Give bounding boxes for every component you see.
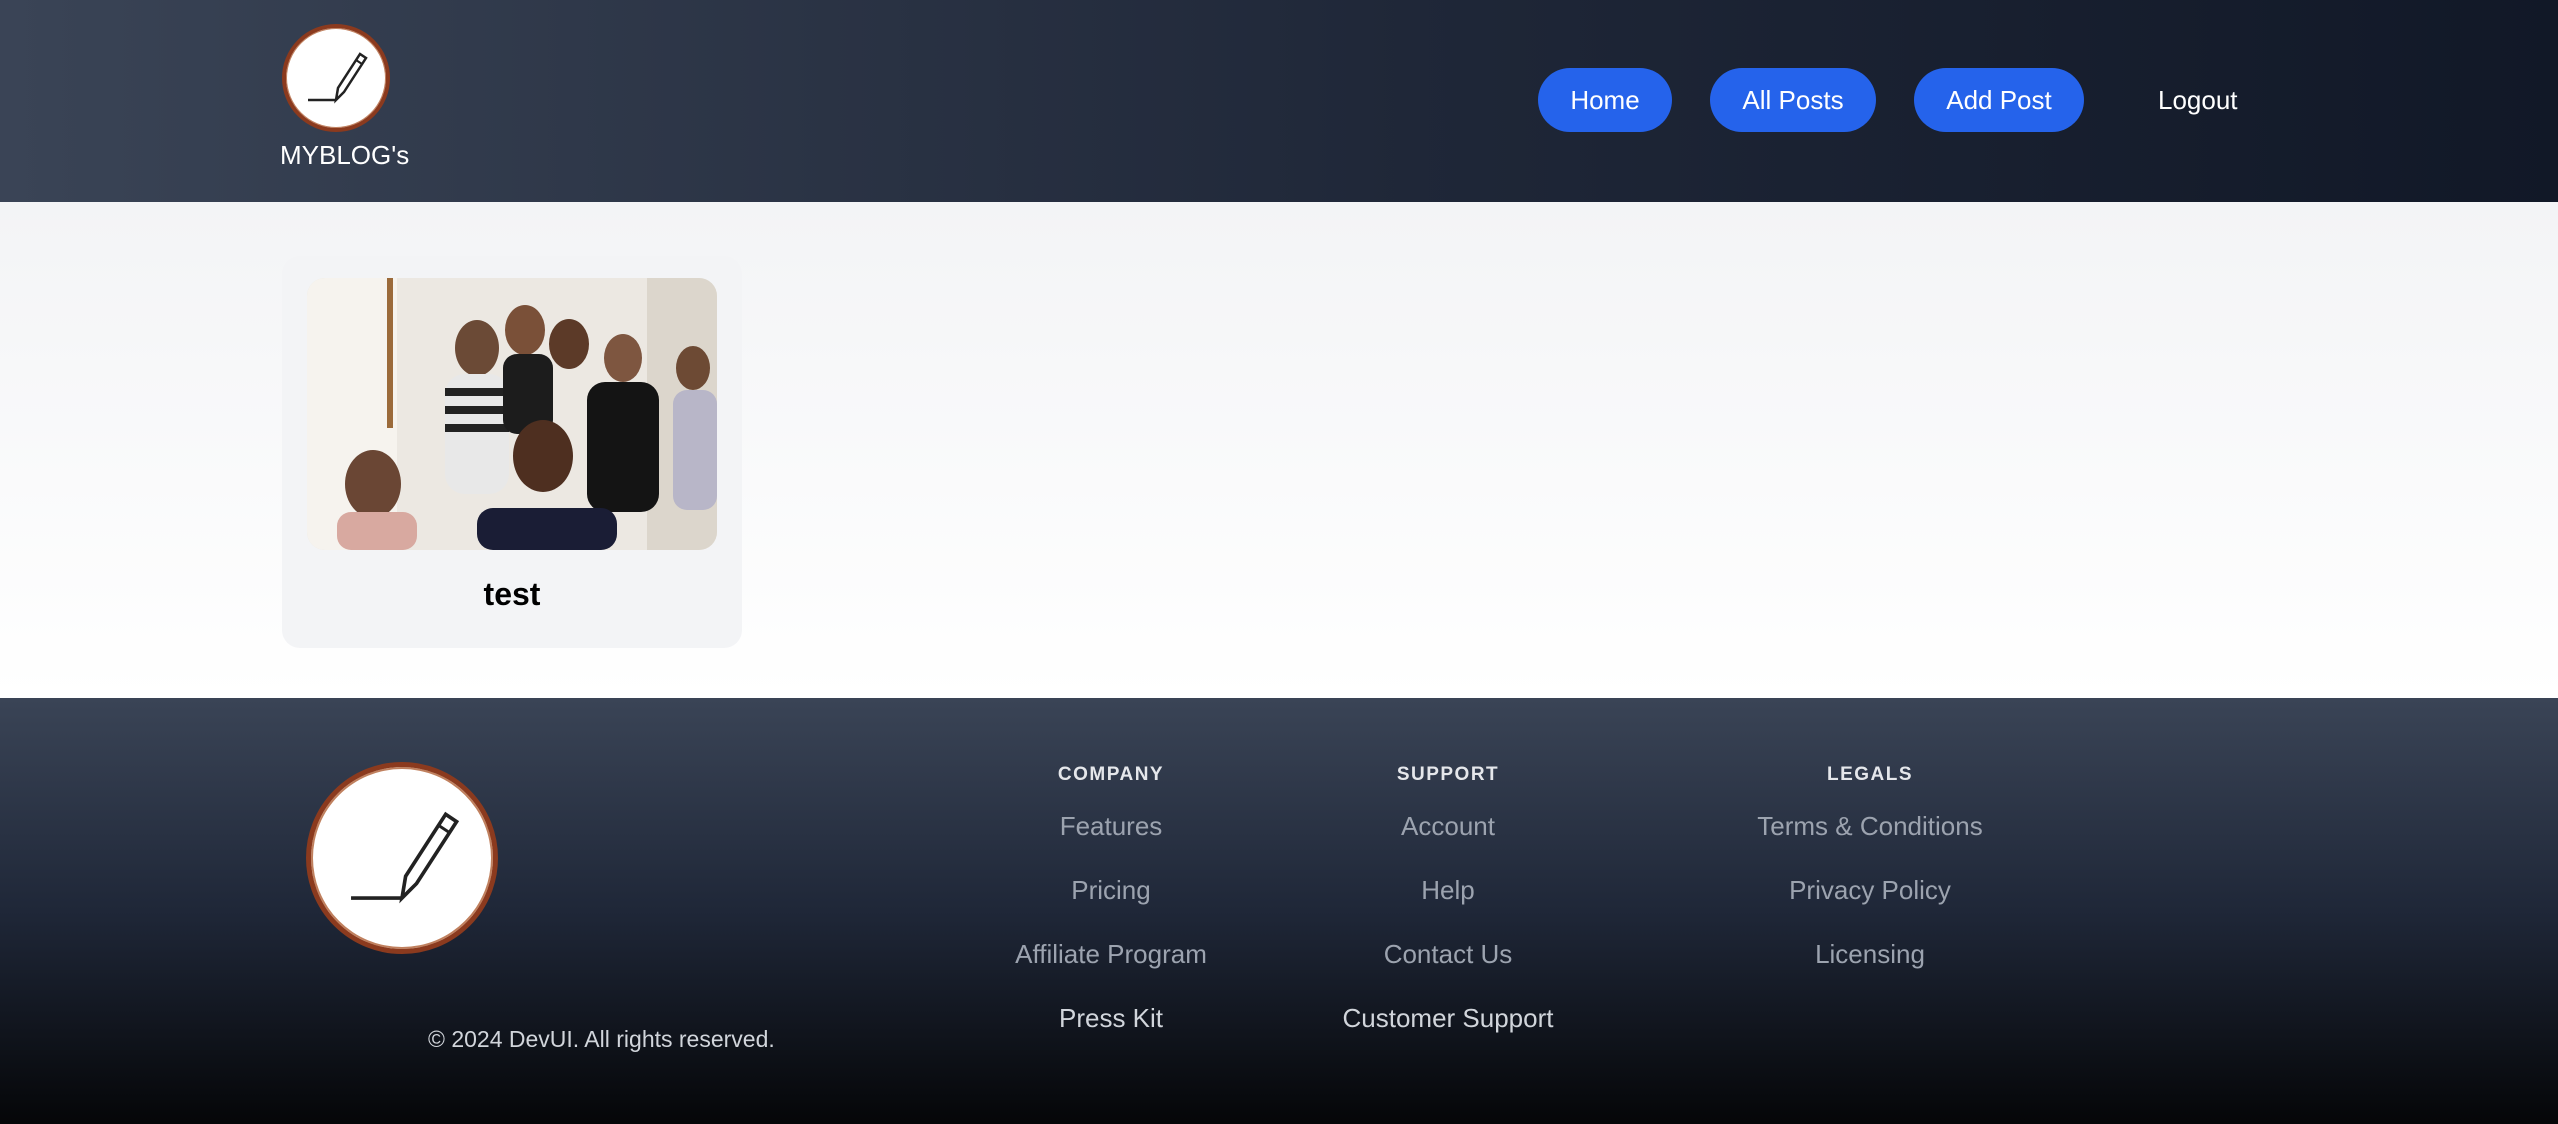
footer-link-pricing[interactable]: Pricing (990, 858, 1232, 922)
footer-link-contact-us[interactable]: Contact Us (1320, 922, 1576, 986)
pen-logo-icon (282, 24, 390, 132)
brand-name: MYBLOG's (280, 140, 410, 170)
brand-logo[interactable]: MYBLOG's (280, 24, 410, 171)
copyright-text: © 2024 DevUI. All rights reserved. (428, 1026, 775, 1052)
post-card[interactable]: test (282, 256, 742, 648)
footer-heading: COMPANY (1057, 764, 1165, 785)
footer-pen-logo-icon[interactable] (306, 762, 498, 954)
footer-link-features[interactable]: Features (990, 794, 1232, 858)
footer-link-affiliate-program[interactable]: Affiliate Program (990, 922, 1232, 986)
site-footer: © 2024 DevUI. All rights reserved. COMPA… (0, 698, 2558, 1124)
site-header: MYBLOG's Home All Posts Add Post Logout (0, 0, 2558, 202)
footer-column-company: COMPANY Features Pricing Affiliate Progr… (990, 764, 1232, 1050)
post-thumbnail (307, 278, 717, 550)
footer-column-support: SUPPORT Account Help Contact Us Customer… (1320, 764, 1576, 1050)
footer-link-terms[interactable]: Terms & Conditions (1720, 794, 2020, 858)
footer-link-licensing[interactable]: Licensing (1720, 922, 2020, 986)
footer-heading: LEGALS (1826, 764, 1914, 785)
footer-heading: SUPPORT (1396, 764, 1500, 785)
footer-link-press-kit[interactable]: Press Kit (990, 986, 1232, 1050)
nav-home-button[interactable]: Home (1538, 68, 1672, 132)
group-selfie-photo (307, 278, 717, 550)
post-title: test (483, 576, 541, 612)
footer-link-customer-support[interactable]: Customer Support (1320, 986, 1576, 1050)
logout-link[interactable]: Logout (2158, 68, 2238, 132)
footer-link-help[interactable]: Help (1320, 858, 1576, 922)
nav-add-post-button[interactable]: Add Post (1914, 68, 2084, 132)
footer-link-privacy-policy[interactable]: Privacy Policy (1720, 858, 2020, 922)
posts-area: test (0, 202, 2558, 698)
nav-all-posts-button[interactable]: All Posts (1710, 68, 1876, 132)
footer-link-account[interactable]: Account (1320, 794, 1576, 858)
footer-column-legals: LEGALS Terms & Conditions Privacy Policy… (1720, 764, 2020, 986)
